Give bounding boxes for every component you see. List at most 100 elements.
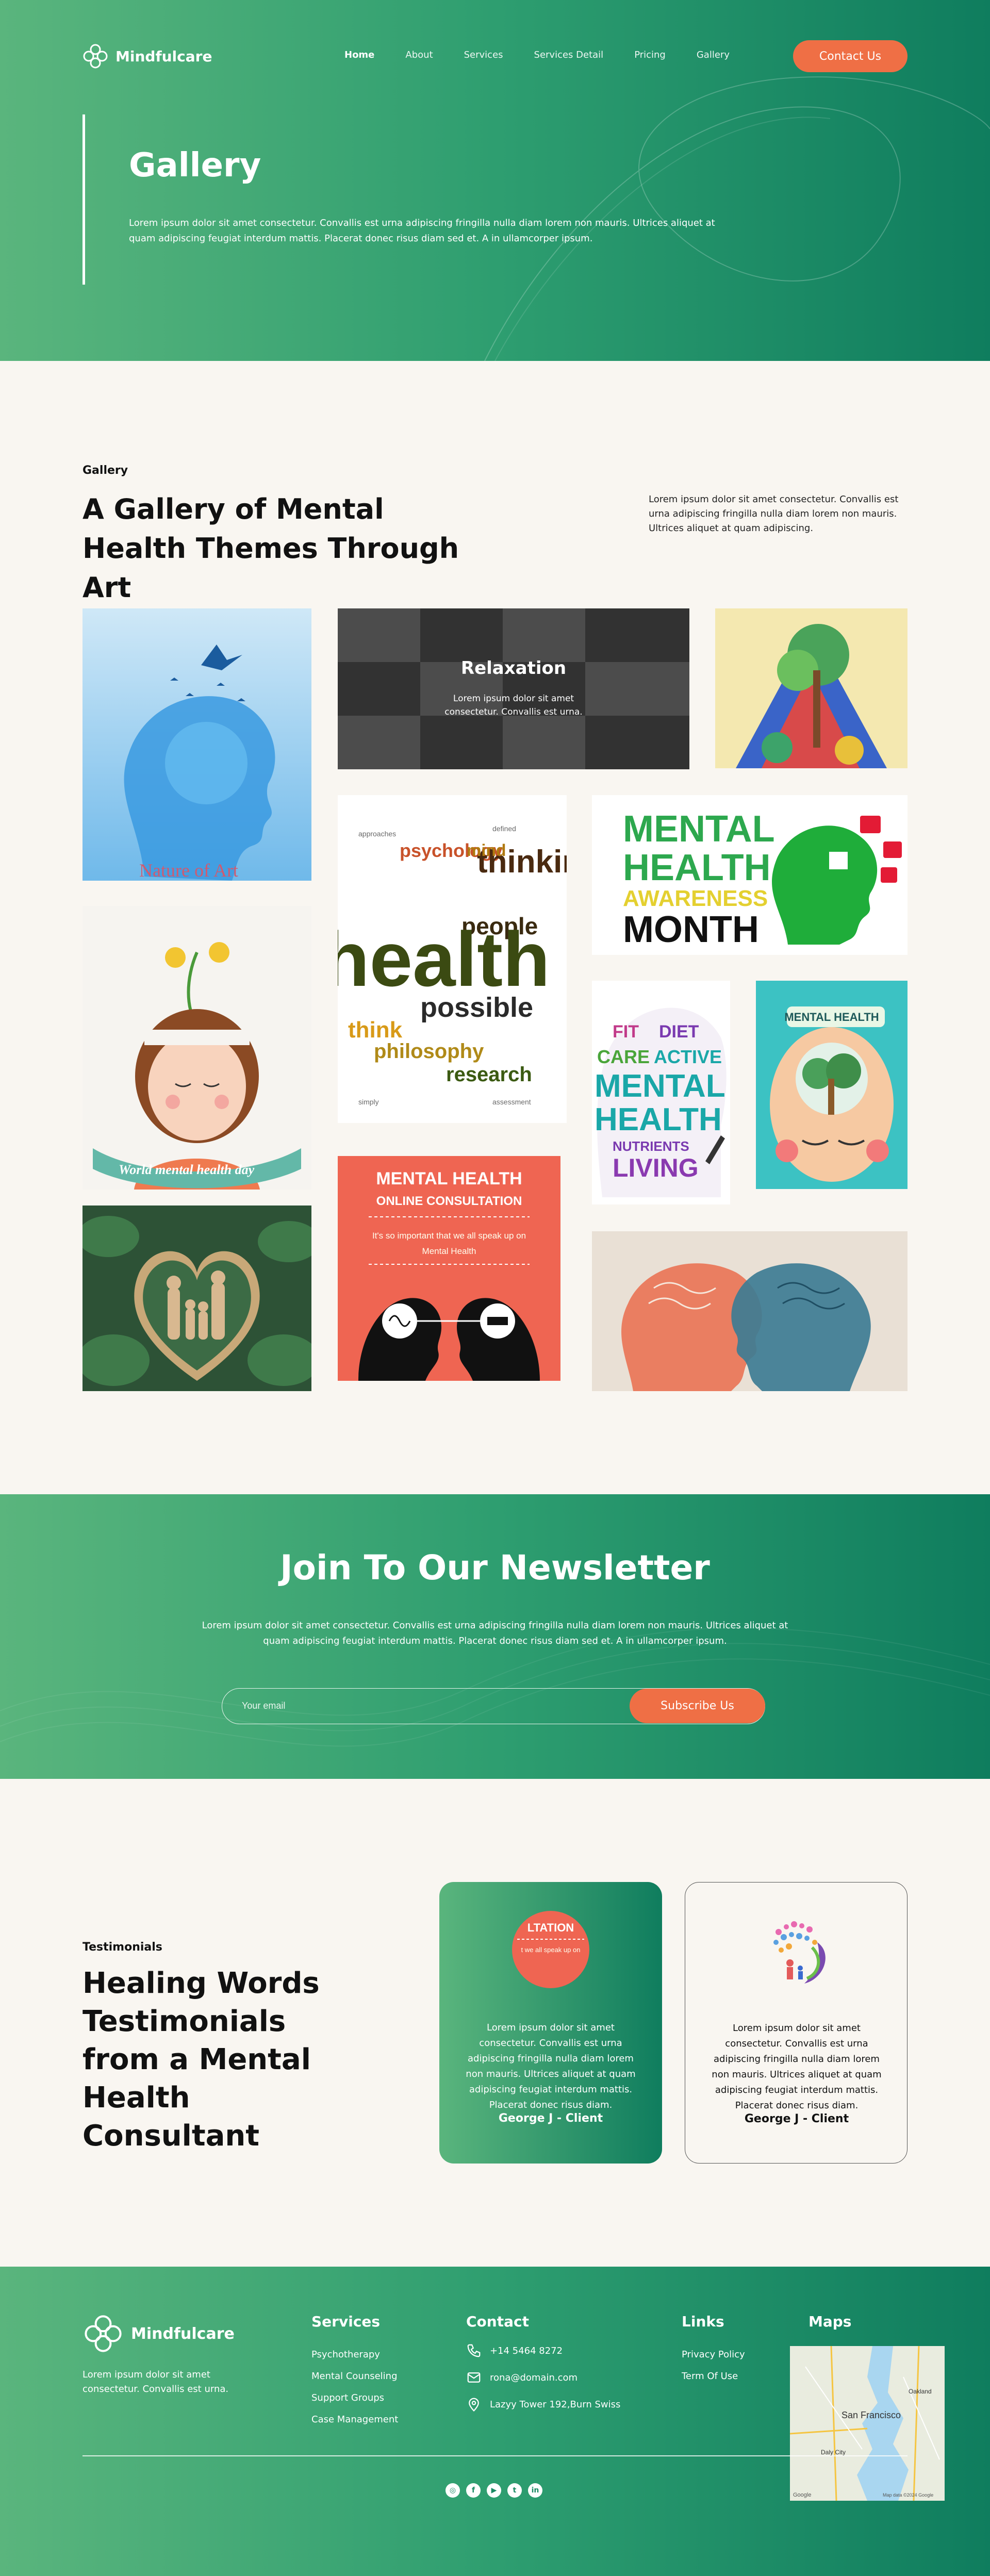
subscribe-button[interactable]: Subscribe Us: [630, 1689, 765, 1723]
facebook-icon[interactable]: f: [466, 2483, 481, 2498]
newsletter-description: Lorem ipsum dolor sit amet consectetur. …: [202, 1620, 788, 1646]
gallery-image-family-heart[interactable]: [82, 1206, 311, 1391]
testimonial-1-name: George J - Client: [498, 2112, 603, 2125]
head-word-diet: DIET: [659, 1022, 699, 1042]
footer-services-title: Services: [311, 2313, 381, 2330]
gallery-image-world-mental-health-day[interactable]: World mental health day: [82, 906, 311, 1190]
footer-tagline: Lorem ipsum dolor sit amet consectetur. …: [82, 2369, 229, 2395]
footer-address-text: Lazyy Tower 192,Burn Swiss: [490, 2399, 621, 2410]
gallery-image-wellness-head[interactable]: FIT DIET CARE ACTIVE MENTAL HEALTH NUTRI…: [592, 981, 730, 1204]
testimonial-card-1[interactable]: LTATION t we all speak up on Lorem ipsum…: [439, 1882, 662, 2164]
awareness-word-3: AWARENESS: [623, 886, 768, 911]
cloud-word-health: health: [338, 916, 550, 1002]
gallery-image-word-cloud[interactable]: psychology thinking mind people health p…: [338, 795, 567, 1123]
main-nav: Home About Services Services Detail Pric…: [344, 49, 761, 60]
head-word-health: HEALTH: [595, 1102, 722, 1137]
map-label-city: San Francisco: [842, 2410, 901, 2420]
testimonial-2-text: Lorem ipsum dolor sit amet consectetur. …: [712, 2023, 882, 2111]
nav-services[interactable]: Services: [464, 49, 503, 60]
avatar-1-text-top: LTATION: [527, 1921, 574, 1934]
testimonials-heading: Healing Words Testimonials from a Mental…: [82, 1967, 320, 2153]
footer-link-support-groups[interactable]: Support Groups: [311, 2392, 384, 2403]
footer-link-case-management[interactable]: Case Management: [311, 2414, 398, 2425]
gallery-side-text: Lorem ipsum dolor sit amet consectetur. …: [649, 494, 899, 534]
nav-home[interactable]: Home: [344, 49, 374, 60]
relaxation-text: Lorem ipsum dolor sit amet consectetur. …: [444, 693, 583, 717]
youtube-icon[interactable]: ▶: [487, 2483, 501, 2498]
map-label-a: Oakland: [909, 2388, 932, 2395]
nav-gallery[interactable]: Gallery: [697, 49, 730, 60]
footer-link-terms[interactable]: Term Of Use: [682, 2371, 738, 2382]
brand-logo[interactable]: Mindfulcare: [82, 43, 212, 69]
map-label-c: Google: [793, 2492, 811, 2498]
relaxation-title: Relaxation: [460, 658, 567, 679]
twitter-icon[interactable]: t: [507, 2483, 522, 2498]
consult-line-2: Mental Health: [422, 1246, 476, 1256]
footer-maps-title: Maps: [808, 2313, 852, 2330]
footer-link-psychotherapy[interactable]: Psychotherapy: [311, 2349, 380, 2360]
cloud-word-possible: possible: [420, 992, 533, 1023]
footer-address: Lazyy Tower 192,Burn Swiss: [466, 2397, 620, 2412]
awareness-word-2: HEALTH: [623, 847, 771, 888]
nav-services-detail[interactable]: Services Detail: [534, 49, 604, 60]
gallery-image-tree-head[interactable]: [715, 608, 908, 768]
nav-pricing[interactable]: Pricing: [634, 49, 666, 60]
consult-line-1: It's so important that we all speak up o…: [372, 1231, 526, 1241]
footer-map[interactable]: San Francisco Oakland Daly City Google M…: [790, 2346, 945, 2501]
svg-text:defined: defined: [492, 824, 516, 833]
footer-brand-name: Mindfulcare: [131, 2324, 235, 2343]
gallery-image-mental-health-poster[interactable]: MENTAL HEALTH: [756, 981, 908, 1189]
hero-accent-bar: [82, 114, 85, 285]
awareness-word-1: MENTAL: [623, 808, 775, 850]
map-label-d: Map data ©2024 Google: [883, 2492, 933, 2498]
head-word-living: LIVING: [613, 1153, 699, 1182]
map-label-b: Daly City: [821, 2449, 846, 2456]
footer-email-text: rona@domain.com: [490, 2372, 578, 2383]
poster-title: MENTAL HEALTH: [784, 1011, 879, 1023]
svg-text:assessment: assessment: [492, 1098, 531, 1106]
cloud-word-mind: mind: [467, 841, 506, 860]
gallery-image-awareness-month[interactable]: MENTAL HEALTH AWARENESS MONTH: [592, 795, 908, 955]
footer-divider: [82, 2455, 908, 2456]
instagram-icon[interactable]: ◎: [446, 2483, 460, 2498]
avatar-1-text-bottom: t we all speak up on: [521, 1946, 581, 1954]
head-word-fit: FIT: [613, 1022, 639, 1042]
linkedin-icon[interactable]: in: [528, 2483, 542, 2498]
consult-title: MENTAL HEALTH: [376, 1169, 522, 1188]
testimonial-avatar-2: [773, 1921, 826, 1984]
contact-us-button[interactable]: Contact Us: [793, 40, 908, 72]
head-word-mental: MENTAL: [595, 1068, 725, 1104]
gallery-featured-relaxation[interactable]: Relaxation Lorem ipsum dolor sit amet co…: [338, 608, 689, 769]
cloud-word-philosophy: philosophy: [374, 1040, 484, 1063]
nav-about[interactable]: About: [405, 49, 433, 60]
head-word-care: CARE: [597, 1046, 650, 1067]
newsletter-email-input[interactable]: [222, 1689, 635, 1723]
gallery-image-online-consultation[interactable]: MENTAL HEALTH ONLINE CONSULTATION It's s…: [338, 1156, 560, 1381]
mail-icon: [467, 2372, 481, 2383]
newsletter-title: Join To Our Newsletter: [280, 1548, 710, 1588]
phone-icon: [467, 2344, 481, 2357]
flower-logo-icon: [83, 44, 108, 69]
gallery-heading: A Gallery of Mental Health Themes Throug…: [82, 493, 459, 604]
footer-phone-text: +14 5464 8272: [490, 2345, 563, 2356]
svg-text:simply: simply: [358, 1098, 379, 1106]
testimonial-card-2[interactable]: Lorem ipsum dolor sit amet consectetur. …: [685, 1882, 908, 2164]
testimonial-1-text: Lorem ipsum dolor sit amet consectetur. …: [466, 2022, 636, 2110]
footer-email[interactable]: rona@domain.com: [466, 2370, 578, 2385]
testimonials-eyebrow: Testimonials: [82, 1941, 162, 1954]
testimonial-avatar-1: LTATION t we all speak up on: [512, 1911, 589, 1988]
footer-link-privacy[interactable]: Privacy Policy: [682, 2349, 745, 2360]
gallery-image-watercolor-head[interactable]: Nature of Art: [82, 608, 311, 881]
head-word-nutrients: NUTRIENTS: [613, 1138, 689, 1154]
awareness-word-4: MONTH: [623, 909, 759, 950]
footer-phone[interactable]: +14 5464 8272: [466, 2343, 563, 2358]
world-day-caption: World mental health day: [119, 1162, 255, 1177]
head-word-active: ACTIVE: [654, 1046, 722, 1067]
footer-brand-logo[interactable]: Mindfulcare: [82, 2313, 235, 2354]
footer-links-title: Links: [682, 2313, 724, 2330]
gallery-image-two-heads[interactable]: [592, 1231, 908, 1391]
newsletter-form: Subscribe Us: [222, 1688, 765, 1724]
footer-link-mental-counseling[interactable]: Mental Counseling: [311, 2371, 398, 2382]
cloud-word-research: research: [446, 1063, 532, 1086]
social-links: ◎ f ▶ t in: [446, 2483, 542, 2498]
